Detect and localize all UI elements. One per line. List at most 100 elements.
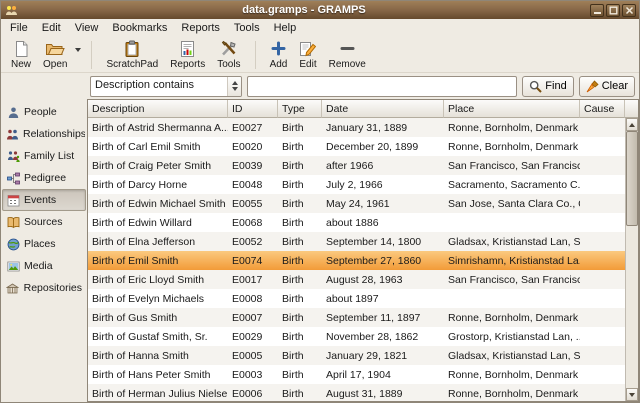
table-row[interactable]: Birth of Eric Lloyd SmithE0017BirthAugus… bbox=[88, 270, 625, 289]
cell-type: Birth bbox=[278, 137, 322, 156]
table-row[interactable]: Birth of Evelyn MichaelsE0008Birthabout … bbox=[88, 289, 625, 308]
sidebar-item-sources[interactable]: Sources bbox=[2, 211, 86, 233]
add-icon bbox=[271, 39, 286, 58]
cell-description: Birth of Craig Peter Smith bbox=[88, 156, 228, 175]
cell-description: Birth of Gustaf Smith, Sr. bbox=[88, 327, 228, 346]
column-header-place[interactable]: Place bbox=[444, 100, 580, 118]
scratchpad-button[interactable]: ScratchPad bbox=[100, 38, 164, 72]
toolbar-separator bbox=[91, 41, 92, 69]
cell-type: Birth bbox=[278, 308, 322, 327]
table-rows: Birth of Astrid Shermanna A...E0027Birth… bbox=[88, 118, 625, 401]
menu-bookmarks[interactable]: Bookmarks bbox=[105, 21, 174, 36]
sidebar-item-label: Pedigree bbox=[24, 172, 66, 184]
chevron-down-icon bbox=[75, 48, 81, 52]
edit-button[interactable]: Edit bbox=[293, 38, 322, 72]
column-header-type[interactable]: Type bbox=[278, 100, 322, 118]
cell-cause bbox=[580, 251, 625, 270]
cell-cause bbox=[580, 384, 625, 401]
table-row[interactable]: Birth of Carl Emil SmithE0020BirthDecemb… bbox=[88, 137, 625, 156]
menu-tools[interactable]: Tools bbox=[227, 21, 267, 36]
scroll-down-button[interactable] bbox=[626, 388, 638, 401]
open-dropdown-arrow[interactable] bbox=[73, 40, 83, 60]
close-button[interactable] bbox=[622, 4, 636, 17]
sidebar-item-places[interactable]: Places bbox=[2, 233, 86, 255]
cell-type: Birth bbox=[278, 251, 322, 270]
titlebar[interactable]: data.gramps - GRAMPS bbox=[1, 1, 639, 19]
cell-place: Ronne, Bornholm, Denmark bbox=[444, 365, 580, 384]
cell-description: Birth of Astrid Shermanna A... bbox=[88, 118, 228, 137]
sidebar-item-people[interactable]: People bbox=[2, 101, 86, 123]
table-row[interactable]: Birth of Darcy HorneE0048BirthJuly 2, 19… bbox=[88, 175, 625, 194]
sidebar-item-pedigree[interactable]: Pedigree bbox=[2, 167, 86, 189]
cell-type: Birth bbox=[278, 232, 322, 251]
tools-icon bbox=[220, 39, 238, 58]
table-row[interactable]: Birth of Hans Peter SmithE0003BirthApril… bbox=[88, 365, 625, 384]
cell-type: Birth bbox=[278, 365, 322, 384]
remove-button[interactable]: Remove bbox=[323, 38, 372, 72]
cell-type: Birth bbox=[278, 175, 322, 194]
cell-cause bbox=[580, 346, 625, 365]
cell-type: Birth bbox=[278, 327, 322, 346]
cell-type: Birth bbox=[278, 346, 322, 365]
scroll-up-button[interactable] bbox=[626, 118, 638, 131]
new-document-icon bbox=[14, 39, 29, 58]
column-header-date[interactable]: Date bbox=[322, 100, 444, 118]
minimize-button[interactable] bbox=[590, 4, 604, 17]
tools-button[interactable]: Tools bbox=[211, 38, 246, 72]
cell-id: E0027 bbox=[228, 118, 278, 137]
find-button[interactable]: Find bbox=[522, 76, 573, 97]
table-row[interactable]: Birth of Astrid Shermanna A...E0027Birth… bbox=[88, 118, 625, 137]
scrollbar-trough[interactable] bbox=[626, 131, 638, 388]
column-header-description[interactable]: Description bbox=[88, 100, 228, 118]
cell-place: Ronne, Bornholm, Denmark bbox=[444, 308, 580, 327]
filter-search-input[interactable] bbox=[247, 76, 517, 97]
vertical-scrollbar[interactable] bbox=[625, 118, 638, 401]
menu-file[interactable]: File bbox=[3, 21, 35, 36]
sidebar-item-events[interactable]: Events bbox=[2, 189, 86, 211]
table-row[interactable]: Birth of Craig Peter SmithE0039Birthafte… bbox=[88, 156, 625, 175]
table-row[interactable]: Birth of Elna JeffersonE0052BirthSeptemb… bbox=[88, 232, 625, 251]
main-area: People RelationshipsFamily List Pedigree Ev… bbox=[1, 99, 639, 402]
cell-date: about 1886 bbox=[322, 213, 444, 232]
clear-button[interactable]: Clear bbox=[579, 76, 635, 97]
column-header-cause[interactable]: Cause bbox=[580, 100, 625, 118]
menu-help[interactable]: Help bbox=[267, 21, 304, 36]
table-row[interactable]: Birth of Herman Julius NielsenE0006Birth… bbox=[88, 384, 625, 401]
cell-id: E0008 bbox=[228, 289, 278, 308]
add-button[interactable]: Add bbox=[264, 38, 294, 72]
cell-description: Birth of Eric Lloyd Smith bbox=[88, 270, 228, 289]
cell-date: August 31, 1889 bbox=[322, 384, 444, 401]
new-button[interactable]: New bbox=[5, 38, 37, 72]
cell-date: July 2, 1966 bbox=[322, 175, 444, 194]
cell-id: E0039 bbox=[228, 156, 278, 175]
menu-view[interactable]: View bbox=[68, 21, 106, 36]
cell-cause bbox=[580, 308, 625, 327]
table-row[interactable]: Birth of Gustaf Smith, Sr.E0029BirthNove… bbox=[88, 327, 625, 346]
broom-icon bbox=[586, 80, 599, 93]
menu-reports[interactable]: Reports bbox=[174, 21, 227, 36]
sidebar-item-family-list[interactable]: Family List bbox=[2, 145, 86, 167]
menu-edit[interactable]: Edit bbox=[35, 21, 68, 36]
table-row[interactable]: Birth of Emil SmithE0074BirthSeptember 2… bbox=[88, 251, 625, 270]
cell-type: Birth bbox=[278, 156, 322, 175]
places-icon bbox=[6, 238, 20, 251]
sidebar-item-label: People bbox=[24, 106, 57, 118]
scrollbar-thumb[interactable] bbox=[626, 131, 638, 226]
edit-icon bbox=[299, 39, 316, 58]
filter-field-selector[interactable]: Description contains bbox=[90, 76, 242, 97]
column-header-id[interactable]: ID bbox=[228, 100, 278, 118]
sidebar-item-relationships[interactable]: Relationships bbox=[2, 123, 86, 145]
sources-icon bbox=[6, 216, 20, 229]
sidebar-item-repositories[interactable]: Repositories bbox=[2, 277, 86, 299]
table-row[interactable]: Birth of Hanna SmithE0005BirthJanuary 29… bbox=[88, 346, 625, 365]
open-button[interactable]: Open bbox=[37, 38, 73, 72]
table-row[interactable]: Birth of Edwin Michael SmithE0055BirthMa… bbox=[88, 194, 625, 213]
table-row[interactable]: Birth of Gus SmithE0007BirthSeptember 11… bbox=[88, 308, 625, 327]
events-icon bbox=[6, 194, 20, 207]
sidebar-item-media[interactable]: Media bbox=[2, 255, 86, 277]
table-row[interactable]: Birth of Edwin WillardE0068Birthabout 18… bbox=[88, 213, 625, 232]
reports-button[interactable]: Reports bbox=[164, 38, 211, 72]
maximize-button[interactable] bbox=[606, 4, 620, 17]
toolbar: NewOpen ScratchPadReportsTools AddEditRemo… bbox=[1, 37, 639, 73]
cell-description: Birth of Emil Smith bbox=[88, 251, 228, 270]
